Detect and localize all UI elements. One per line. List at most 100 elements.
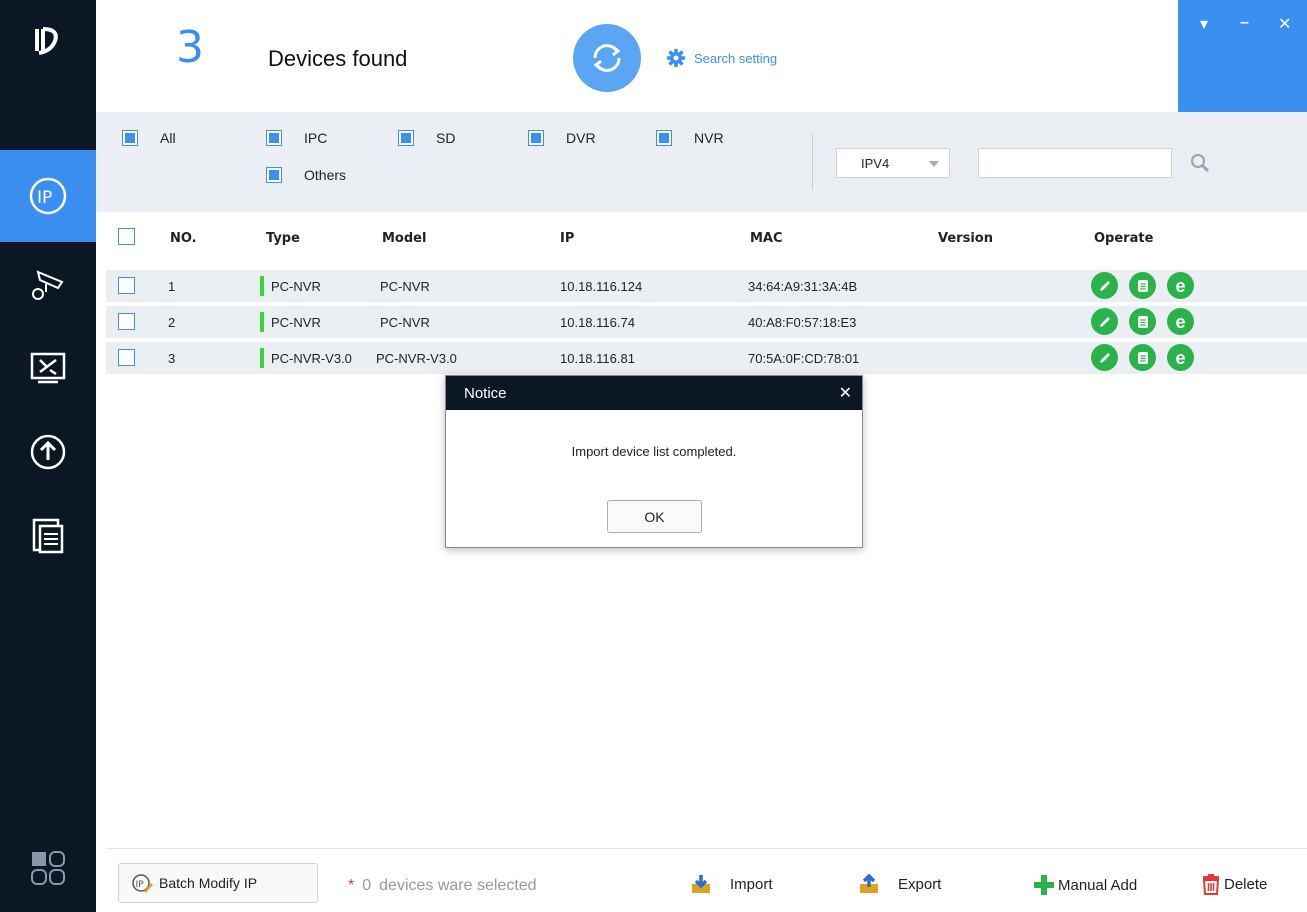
select-all-checkbox[interactable] bbox=[118, 228, 135, 245]
apps-grid-icon bbox=[31, 851, 65, 885]
trash-icon bbox=[1202, 874, 1220, 895]
status-indicator bbox=[260, 312, 264, 332]
delete-button[interactable]: Delete bbox=[1200, 873, 1267, 895]
manual-add-button[interactable]: Manual Add bbox=[1032, 873, 1137, 897]
filter-nvr-checkbox[interactable] bbox=[656, 130, 672, 146]
filter-others[interactable]: Others bbox=[266, 167, 346, 183]
app-window: IP 3 Devices found Search setting ▾ – ✕ … bbox=[0, 0, 1307, 912]
row-checkbox[interactable] bbox=[118, 277, 135, 294]
cell-type-text: PC-NVR bbox=[271, 314, 321, 330]
filter-all[interactable]: All bbox=[122, 130, 176, 146]
table-row[interactable]: 2 PC-NVR PC-NVR 10.18.116.74 40:A8:F0:57… bbox=[106, 306, 1307, 338]
header-mac: MAC bbox=[750, 230, 783, 246]
import-label: Import bbox=[730, 875, 773, 893]
header-ip: IP bbox=[560, 230, 575, 246]
row-checkbox[interactable] bbox=[118, 349, 135, 366]
header-operate: Operate bbox=[1094, 230, 1154, 246]
document-icon bbox=[32, 518, 64, 554]
sidebar-item-tools[interactable] bbox=[0, 326, 96, 410]
filter-all-label: All bbox=[160, 130, 176, 146]
cell-model: PC-NVR bbox=[380, 278, 430, 294]
selection-info: * 0 devices ware selected bbox=[348, 877, 537, 895]
edit-icon[interactable] bbox=[1091, 308, 1118, 335]
ip-icon: IP bbox=[29, 177, 67, 215]
edit-icon[interactable] bbox=[1091, 344, 1118, 371]
search-input[interactable] bbox=[978, 148, 1172, 178]
filter-dvr-checkbox[interactable] bbox=[528, 130, 544, 146]
filter-ipc[interactable]: IPC bbox=[266, 130, 327, 146]
manual-add-label: Manual Add bbox=[1058, 876, 1138, 894]
sidebar-item-device-config[interactable] bbox=[0, 242, 96, 326]
export-icon bbox=[860, 873, 878, 893]
filter-others-checkbox[interactable] bbox=[266, 167, 282, 183]
cell-type: PC-NVR-V3.0 bbox=[260, 342, 352, 374]
web-browser-icon[interactable]: e bbox=[1167, 272, 1194, 299]
cell-ip: 10.18.116.124 bbox=[560, 278, 643, 294]
svg-text:IP: IP bbox=[37, 188, 52, 208]
edit-icon[interactable] bbox=[1091, 272, 1118, 299]
sidebar-item-apps[interactable] bbox=[0, 826, 96, 910]
status-indicator bbox=[260, 276, 264, 296]
details-icon[interactable] bbox=[1129, 344, 1156, 371]
cell-no: 1 bbox=[168, 278, 176, 294]
minimize-icon[interactable]: – bbox=[1240, 14, 1249, 32]
tools-icon bbox=[30, 352, 66, 384]
row-operations: e bbox=[1091, 272, 1194, 299]
required-star: * bbox=[348, 877, 355, 894]
web-browser-icon[interactable]: e bbox=[1167, 308, 1194, 335]
web-browser-icon[interactable]: e bbox=[1167, 344, 1194, 371]
search-setting-link[interactable]: Search setting bbox=[666, 48, 777, 68]
gear-icon bbox=[667, 49, 685, 67]
cell-type: PC-NVR bbox=[260, 306, 321, 338]
menu-dropdown-icon[interactable]: ▾ bbox=[1200, 14, 1208, 34]
app-logo bbox=[0, 0, 96, 80]
selected-count: 0 bbox=[362, 877, 372, 894]
table-header: NO. Type Model IP MAC Version Operate bbox=[106, 222, 1307, 254]
filter-sd-checkbox[interactable] bbox=[398, 130, 414, 146]
filter-ipc-checkbox[interactable] bbox=[266, 130, 282, 146]
plus-icon bbox=[1034, 875, 1054, 895]
sidebar: IP bbox=[0, 0, 96, 912]
filter-nvr[interactable]: NVR bbox=[656, 130, 724, 146]
sidebar-item-docs[interactable] bbox=[0, 494, 96, 578]
row-operations: e bbox=[1091, 344, 1194, 371]
sidebar-item-ip[interactable]: IP bbox=[0, 150, 96, 242]
close-icon[interactable]: ✕ bbox=[1278, 14, 1291, 34]
header-version: Version bbox=[938, 230, 993, 246]
ok-button[interactable]: OK bbox=[607, 500, 702, 533]
refresh-button[interactable] bbox=[573, 24, 641, 92]
cell-mac: 34:64:A9:31:3A:4B bbox=[748, 278, 858, 294]
notice-dialog: Notice ✕ Import device list completed. O… bbox=[445, 375, 863, 548]
search-icon[interactable] bbox=[1189, 152, 1211, 177]
ip-version-select[interactable]: IPV4 bbox=[836, 148, 950, 178]
filter-sd[interactable]: SD bbox=[398, 130, 455, 146]
dialog-title-bar: Notice ✕ bbox=[446, 376, 862, 410]
ip-edit-icon: IP bbox=[132, 874, 153, 893]
cell-no: 3 bbox=[168, 350, 176, 366]
camera-settings-icon bbox=[32, 270, 64, 300]
filter-dvr[interactable]: DVR bbox=[528, 130, 596, 146]
row-checkbox[interactable] bbox=[118, 313, 135, 330]
filter-nvr-label: NVR bbox=[694, 130, 724, 146]
import-button[interactable]: Import bbox=[690, 873, 773, 895]
row-operations: e bbox=[1091, 308, 1194, 335]
window-controls: ▾ – ✕ bbox=[1178, 0, 1307, 112]
cell-model: PC-NVR bbox=[380, 314, 430, 330]
dialog-title: Notice bbox=[464, 384, 507, 402]
batch-modify-ip-label: Batch Modify IP bbox=[159, 875, 258, 891]
details-icon[interactable] bbox=[1129, 308, 1156, 335]
upgrade-icon bbox=[30, 434, 66, 470]
filter-ipc-label: IPC bbox=[304, 130, 328, 146]
sidebar-item-upgrade[interactable] bbox=[0, 410, 96, 494]
table-row[interactable]: 1 PC-NVR PC-NVR 10.18.116.124 34:64:A9:3… bbox=[106, 270, 1307, 302]
search-setting-label: Search setting bbox=[694, 50, 778, 66]
cell-model: PC-NVR-V3.0 bbox=[376, 350, 457, 366]
dialog-close-icon[interactable]: ✕ bbox=[839, 383, 852, 403]
export-button[interactable]: Export bbox=[858, 873, 941, 895]
filter-all-checkbox[interactable] bbox=[122, 130, 138, 146]
dialog-message: Import device list completed. bbox=[571, 444, 737, 459]
batch-modify-ip-button[interactable]: IP Batch Modify IP bbox=[118, 863, 318, 903]
header-no: NO. bbox=[170, 230, 197, 246]
table-row[interactable]: 3 PC-NVR-V3.0 PC-NVR-V3.0 10.18.116.81 7… bbox=[106, 342, 1307, 374]
details-icon[interactable] bbox=[1129, 272, 1156, 299]
